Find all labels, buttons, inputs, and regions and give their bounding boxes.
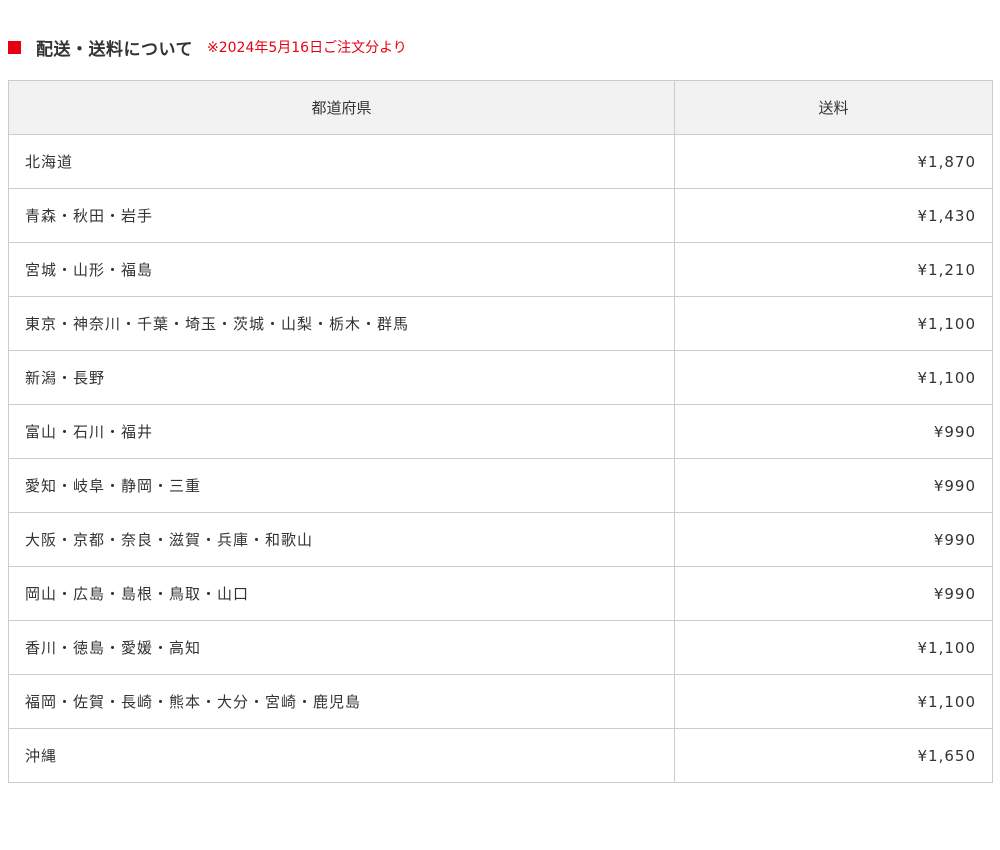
- table-row: 富山・石川・福井 ¥990: [8, 404, 993, 459]
- fee-cell: ¥990: [674, 458, 993, 513]
- table-row: 青森・秋田・岩手 ¥1,430: [8, 188, 993, 243]
- fee-cell: ¥1,430: [674, 188, 993, 243]
- fee-cell: ¥1,100: [674, 350, 993, 405]
- region-cell: 愛知・岐阜・静岡・三重: [8, 458, 675, 513]
- table-header-row: 都道府県 送料: [8, 80, 993, 135]
- section-heading: 配送・送料について ※2024年5月16日ご注文分より: [8, 36, 407, 60]
- fee-cell: ¥1,100: [674, 620, 993, 675]
- red-square-marker-icon: [8, 40, 21, 54]
- table-row: 大阪・京都・奈良・滋賀・兵庫・和歌山 ¥990: [8, 512, 993, 567]
- table-row: 岡山・広島・島根・鳥取・山口 ¥990: [8, 566, 993, 621]
- region-cell: 岡山・広島・島根・鳥取・山口: [8, 566, 675, 621]
- table-row: 宮城・山形・福島 ¥1,210: [8, 242, 993, 297]
- region-cell: 東京・神奈川・千葉・埼玉・茨城・山梨・栃木・群馬: [8, 296, 675, 351]
- fee-cell: ¥1,650: [674, 728, 993, 783]
- fee-cell: ¥1,210: [674, 242, 993, 297]
- table-row: 東京・神奈川・千葉・埼玉・茨城・山梨・栃木・群馬 ¥1,100: [8, 296, 993, 351]
- fee-cell: ¥990: [674, 566, 993, 621]
- table-row: 沖縄 ¥1,650: [8, 728, 993, 783]
- table-row: 北海道 ¥1,870: [8, 134, 993, 189]
- region-cell: 新潟・長野: [8, 350, 675, 405]
- effective-date-note: ※2024年5月16日ご注文分より: [207, 40, 407, 56]
- section-title: 配送・送料について: [36, 39, 193, 60]
- fee-cell: ¥1,870: [674, 134, 993, 189]
- fee-cell: ¥1,100: [674, 674, 993, 729]
- region-cell: 大阪・京都・奈良・滋賀・兵庫・和歌山: [8, 512, 675, 567]
- fee-cell: ¥1,100: [674, 296, 993, 351]
- region-cell: 青森・秋田・岩手: [8, 188, 675, 243]
- region-cell: 沖縄: [8, 728, 675, 783]
- column-header-shipping-fee: 送料: [674, 80, 993, 135]
- region-cell: 福岡・佐賀・長崎・熊本・大分・宮崎・鹿児島: [8, 674, 675, 729]
- region-cell: 宮城・山形・福島: [8, 242, 675, 297]
- fee-cell: ¥990: [674, 512, 993, 567]
- region-cell: 北海道: [8, 134, 675, 189]
- region-cell: 香川・徳島・愛媛・高知: [8, 620, 675, 675]
- table-row: 香川・徳島・愛媛・高知 ¥1,100: [8, 620, 993, 675]
- column-header-prefecture: 都道府県: [8, 80, 675, 135]
- table-row: 愛知・岐阜・静岡・三重 ¥990: [8, 458, 993, 513]
- table-row: 福岡・佐賀・長崎・熊本・大分・宮崎・鹿児島 ¥1,100: [8, 674, 993, 729]
- shipping-rate-table: 都道府県 送料 北海道 ¥1,870 青森・秋田・岩手 ¥1,430 宮城・山形…: [8, 80, 993, 783]
- table-row: 新潟・長野 ¥1,100: [8, 350, 993, 405]
- fee-cell: ¥990: [674, 404, 993, 459]
- region-cell: 富山・石川・福井: [8, 404, 675, 459]
